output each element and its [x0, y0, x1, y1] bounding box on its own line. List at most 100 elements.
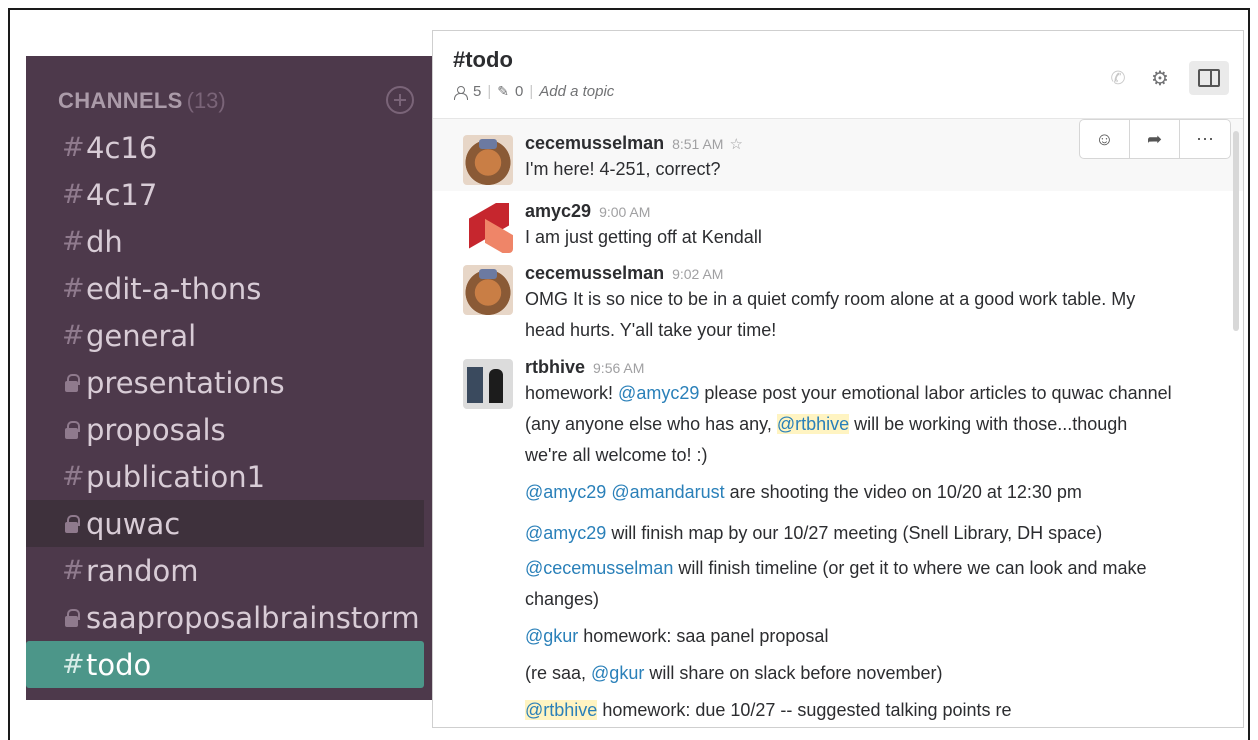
message-continuation[interactable]: (re saa, @gkur will share on slack befor… — [433, 658, 1243, 689]
sidebar-item-presentations[interactable]: presentations — [26, 359, 434, 406]
sidebar-item-publication1[interactable]: # publication1 — [26, 453, 434, 500]
message-continuation[interactable]: @gkur homework: saa panel proposal — [433, 621, 1243, 652]
hash-icon: # — [62, 132, 85, 163]
message-continuation[interactable]: @rtbhive homework: due 10/27 -- suggeste… — [433, 695, 1243, 726]
message[interactable]: cecemusselman 9:02 AM OMG It is so nice t… — [433, 255, 1243, 351]
text-fragment: homework! — [525, 383, 619, 403]
text-fragment: (re saa, — [525, 663, 592, 683]
message[interactable]: rtbhive 9:56 AM homework! @amyc29 please … — [433, 351, 1243, 471]
share-icon[interactable]: ➦ — [1130, 120, 1180, 158]
channel-label: 4c17 — [86, 177, 158, 212]
more-actions-icon[interactable]: ⋯ — [1180, 120, 1230, 158]
divider: | — [529, 83, 534, 100]
channel-label: presentations — [86, 365, 285, 400]
members-icon[interactable] — [453, 85, 468, 100]
message-text: I'm here! 4-251, correct? — [525, 159, 721, 179]
channel-label: dh — [86, 224, 123, 259]
hash-icon: # — [62, 273, 85, 304]
avatar[interactable] — [463, 265, 513, 315]
message-time[interactable]: 9:02 AM — [672, 266, 723, 282]
message-continuation[interactable]: @cecemusselman will finish timeline (or … — [433, 553, 1243, 615]
sidebar-item-saaproposalbrainstorm[interactable]: saaproposalbrainstorm — [26, 594, 434, 641]
message-text: homework! @amyc29 please post your emoti… — [525, 378, 1173, 471]
star-icon[interactable]: ☆ — [729, 136, 742, 153]
sidebar-item-dh[interactable]: # dh — [26, 218, 434, 265]
message-text: I am just getting off at Kendall — [525, 227, 762, 247]
user-mention[interactable]: @amandarust — [611, 482, 724, 502]
channel-label: random — [86, 553, 199, 588]
channel-label: proposals — [86, 412, 226, 447]
sidebar-item-quwac[interactable]: quwac — [26, 500, 424, 547]
user-mention[interactable]: @amyc29 — [525, 523, 606, 543]
lock-icon — [62, 603, 86, 633]
sidebar-item-random[interactable]: # random — [26, 547, 434, 594]
hash-icon: # — [62, 226, 85, 257]
text-fragment: homework: due 10/27 -- suggested talking… — [597, 700, 1012, 720]
message-author[interactable]: amyc29 — [525, 201, 591, 221]
text-fragment: homework: saa panel proposal — [578, 626, 829, 646]
member-count[interactable]: 5 — [473, 83, 481, 100]
user-mention[interactable]: @amyc29 — [525, 482, 606, 502]
pin-count[interactable]: 0 — [515, 83, 523, 100]
sidebar-item-todo[interactable]: # todo — [26, 641, 424, 688]
user-mention[interactable]: @rtbhive — [776, 414, 850, 434]
sidebar-item-edit-a-thons[interactable]: # edit-a-thons — [26, 265, 434, 312]
message-continuation[interactable]: @amyc29 @amandarust are shooting the vid… — [433, 477, 1243, 508]
text-fragment: will finish map by our 10/27 meeting (Sn… — [606, 523, 1103, 543]
lock-icon — [62, 509, 86, 539]
sidebar-item-4c17[interactable]: #4c17 — [26, 171, 434, 218]
message-list: cecemusselman 8:51 AM ☆ I'm here! 4-251, c… — [433, 119, 1243, 727]
phone-icon[interactable]: ✆ — [1105, 65, 1131, 91]
message-time[interactable]: 8:51 AM — [672, 136, 723, 152]
divider: | — [487, 83, 492, 100]
channel-list: #4c16 #4c17 # dh # edit-a-thons # general p… — [26, 124, 434, 688]
add-reaction-icon[interactable]: ☺ — [1080, 120, 1130, 158]
text-fragment: are shooting the video on 10/20 at 12:30… — [724, 482, 1082, 502]
text-fragment: will share on slack before november) — [644, 663, 943, 683]
lock-icon — [62, 415, 86, 445]
lock-icon — [62, 368, 86, 398]
gear-icon[interactable]: ⚙ — [1147, 65, 1173, 91]
sidebar: CHANNELS (13) #4c16 #4c17 # dh # edit-a-tho… — [26, 56, 434, 700]
hash-icon: # — [62, 179, 85, 210]
message-time[interactable]: 9:00 AM — [599, 204, 650, 220]
avatar[interactable] — [463, 135, 513, 185]
add-topic-link[interactable]: Add a topic — [539, 83, 614, 100]
pin-icon[interactable]: ✎ — [497, 83, 509, 100]
user-mention[interactable]: @amyc29 — [618, 383, 699, 403]
message-author[interactable]: rtbhive — [525, 357, 585, 377]
channel-header: #todo 5 | ✎ 0 | Add a topic ✆ ⚙ — [433, 31, 1243, 119]
channels-header[interactable]: CHANNELS (13) — [58, 86, 414, 116]
channel-label: edit-a-thons — [86, 271, 262, 306]
user-mention[interactable]: @gkur — [591, 663, 644, 683]
scrollbar[interactable] — [1233, 131, 1239, 331]
message-continuation[interactable]: @amyc29 will finish map by our 10/27 mee… — [433, 518, 1243, 549]
message-author[interactable]: cecemusselman — [525, 263, 664, 283]
sidebar-item-proposals[interactable]: proposals — [26, 406, 434, 453]
channel-label: saaproposalbrainstorm — [86, 600, 420, 635]
channel-label: todo — [86, 647, 152, 682]
channels-title[interactable]: CHANNELS — [58, 88, 183, 113]
message[interactable]: cecemusselman 8:51 AM ☆ I'm here! 4-251, c… — [433, 119, 1243, 191]
add-channel-icon[interactable] — [386, 86, 414, 114]
side-panel-toggle-icon[interactable] — [1189, 61, 1229, 95]
channel-label: publication1 — [86, 459, 266, 494]
sidebar-item-general[interactable]: # general — [26, 312, 434, 359]
hash-icon: # — [62, 320, 85, 351]
message-actions: ☺ ➦ ⋯ — [1079, 119, 1231, 159]
user-mention[interactable]: @cecemusselman — [525, 558, 673, 578]
channel-title[interactable]: #todo — [453, 47, 513, 73]
sidebar-item-4c16[interactable]: #4c16 — [26, 124, 434, 171]
message-time[interactable]: 9:56 AM — [593, 360, 644, 376]
channel-meta: 5 | ✎ 0 | Add a topic — [453, 83, 614, 100]
hash-icon: # — [62, 649, 85, 680]
user-mention[interactable]: @rtbhive — [525, 700, 598, 720]
hash-icon: # — [62, 555, 85, 586]
message-author[interactable]: cecemusselman — [525, 133, 664, 153]
avatar[interactable] — [463, 203, 513, 253]
user-mention[interactable]: @gkur — [525, 626, 578, 646]
channel-label: quwac — [86, 506, 181, 541]
message[interactable]: amyc29 9:00 AM I am just getting off at K… — [433, 191, 1243, 255]
avatar[interactable] — [463, 359, 513, 409]
chat-window: #todo 5 | ✎ 0 | Add a topic ✆ ⚙ cecemuss… — [432, 30, 1244, 728]
